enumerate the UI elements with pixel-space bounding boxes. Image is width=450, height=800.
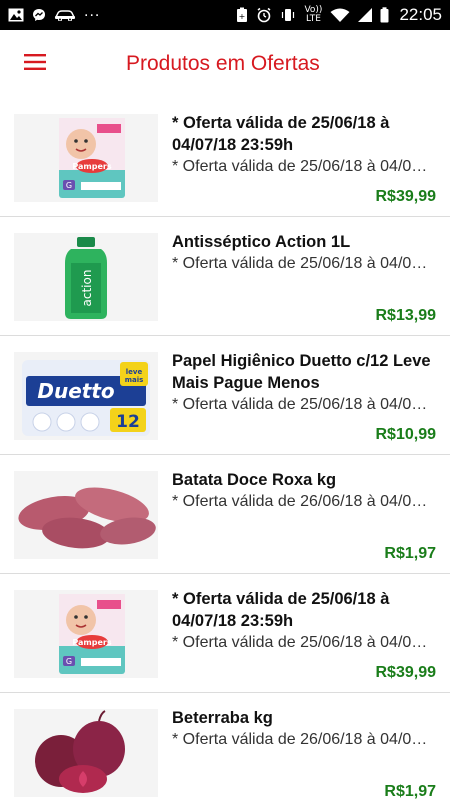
car-icon	[54, 9, 76, 21]
network-type-label: Vo)) LTE	[304, 6, 322, 24]
product-info: Antisséptico Action 1L * Oferta válida d…	[172, 231, 436, 327]
app-bar: Produtos em Ofertas	[0, 30, 450, 98]
product-item[interactable]: Beterraba kg * Oferta válida de 26/06/18…	[0, 693, 450, 800]
product-item[interactable]: Duetto leve mais 12 Papel Higiênico Duet…	[0, 336, 450, 455]
product-info: Batata Doce Roxa kg * Oferta válida de 2…	[172, 469, 436, 565]
image-icon	[8, 8, 24, 22]
vibrate-icon	[280, 8, 296, 22]
product-name: Batata Doce Roxa kg	[172, 471, 337, 489]
product-list: Pampers G * Oferta válida de 25/06/18 à …	[0, 98, 450, 800]
product-image-beetroot	[14, 709, 158, 797]
product-info: * Oferta válida de 25/06/18 à 04/07/18 2…	[172, 588, 436, 684]
product-image-pampers: Pampers G	[14, 114, 158, 202]
svg-text:Pampers: Pampers	[72, 162, 111, 171]
status-left: ...	[8, 3, 100, 22]
alarm-icon	[256, 7, 272, 23]
product-name: Beterraba kg	[172, 709, 273, 727]
product-image-sweet-potato	[14, 471, 158, 559]
product-description: * Oferta válida de 25/06/18 à 04/07/18 2…	[172, 396, 436, 413]
svg-text:leve: leve	[126, 368, 143, 376]
svg-text:+: +	[239, 12, 246, 21]
svg-text:Pampers: Pampers	[72, 638, 111, 647]
product-name: * Oferta válida de 25/06/18 à 04/07/18 2…	[172, 114, 390, 154]
hamburger-menu-icon	[24, 53, 46, 75]
product-info: Beterraba kg * Oferta válida de 26/06/18…	[172, 707, 436, 800]
product-item[interactable]: Pampers G * Oferta válida de 25/06/18 à …	[0, 574, 450, 693]
product-description: * Oferta válida de 26/06/18 à 04/07/18 2…	[172, 731, 436, 748]
product-name: * Oferta válida de 25/06/18 à 04/07/18 2…	[172, 590, 390, 630]
product-name: Papel Higiênico Duetto c/12 Leve Mais Pa…	[172, 352, 431, 392]
product-info: * Oferta válida de 25/06/18 à 04/07/18 2…	[172, 112, 436, 208]
messenger-icon	[32, 8, 46, 22]
svg-text:mais: mais	[125, 376, 144, 384]
wifi-icon	[330, 8, 350, 23]
product-description: * Oferta válida de 25/06/18 à 04/07/18 2…	[172, 255, 436, 272]
product-item[interactable]: Pampers G * Oferta válida de 25/06/18 à …	[0, 98, 450, 217]
battery-saver-icon: +	[236, 7, 248, 23]
signal-icon	[358, 8, 373, 22]
svg-text:G: G	[66, 657, 72, 666]
product-image-pampers: Pampers G	[14, 590, 158, 678]
product-name: Antisséptico Action 1L	[172, 233, 351, 251]
menu-button[interactable]	[0, 30, 70, 98]
product-price: R$13,99	[375, 307, 437, 324]
svg-text:Duetto: Duetto	[37, 379, 115, 403]
status-bar: ... + Vo)) LTE 22:05	[0, 0, 450, 30]
network-lte-label: LTE	[305, 14, 321, 24]
battery-icon	[380, 7, 389, 23]
product-item[interactable]: Batata Doce Roxa kg * Oferta válida de 2…	[0, 455, 450, 574]
product-price: R$1,97	[384, 783, 436, 800]
product-image-toilet-paper: Duetto leve mais 12	[14, 352, 158, 440]
page-title: Produtos em Ofertas	[126, 52, 320, 75]
product-price: R$39,99	[375, 664, 437, 681]
product-image-mouthwash: action	[14, 233, 158, 321]
product-price: R$1,97	[384, 545, 436, 562]
status-right: + Vo)) LTE 22:05	[236, 5, 442, 25]
product-info: Papel Higiênico Duetto c/12 Leve Mais Pa…	[172, 350, 436, 446]
clock-time: 22:05	[399, 5, 442, 24]
product-price: R$39,99	[375, 188, 437, 205]
svg-text:12: 12	[116, 412, 140, 432]
product-price: R$10,99	[375, 426, 437, 443]
product-description: * Oferta válida de 26/06/18 à 04/07/18 2…	[172, 493, 436, 510]
svg-text:action: action	[80, 270, 94, 307]
product-description: * Oferta válida de 25/06/18 à 04/07/18 2…	[172, 158, 436, 175]
more-notifications-indicator: ...	[84, 3, 101, 20]
product-item[interactable]: action Antisséptico Action 1L * Oferta v…	[0, 217, 450, 336]
svg-text:G: G	[66, 181, 72, 190]
product-description: * Oferta válida de 25/06/18 à 04/07/18 2…	[172, 634, 436, 651]
